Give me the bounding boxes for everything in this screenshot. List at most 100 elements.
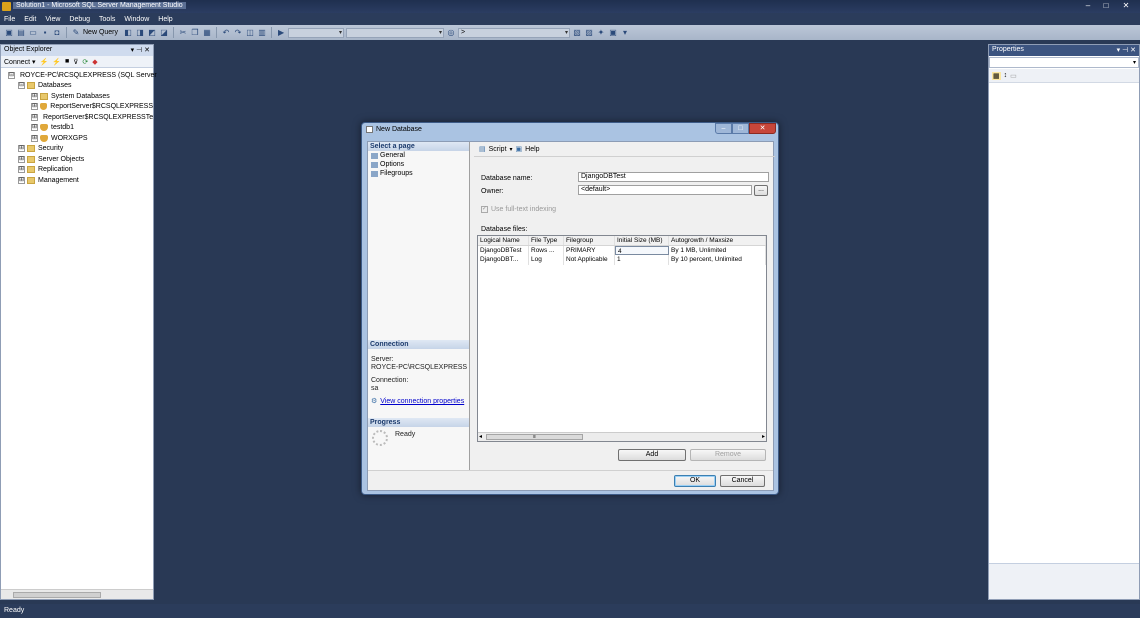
close-button[interactable]: ✕: [1118, 1, 1134, 11]
tree-node-server-objects[interactable]: ⊞ Server Objects: [1, 154, 153, 165]
xmla-query-icon[interactable]: ◪: [159, 28, 169, 38]
expand-icon[interactable]: ⊞: [31, 92, 38, 100]
add-file-button[interactable]: Add: [618, 449, 686, 461]
menu-debug[interactable]: Debug: [69, 16, 90, 23]
connect-button[interactable]: Connect ▾: [4, 58, 36, 66]
browse-owner-button[interactable]: ...: [754, 185, 768, 196]
tree-node-system-databases[interactable]: ⊞ System Databases: [1, 91, 153, 102]
property-pages-icon[interactable]: ▭: [1010, 72, 1017, 80]
solution-explorer-icon[interactable]: ▧: [572, 28, 582, 38]
undo-icon[interactable]: ↶: [221, 28, 231, 38]
column-autogrowth[interactable]: Autogrowth / Maxsize: [669, 236, 766, 245]
column-file-type[interactable]: File Type: [529, 236, 564, 245]
tree-node-replication[interactable]: ⊞ Replication: [1, 165, 153, 176]
other-windows-icon[interactable]: ▣: [608, 28, 618, 38]
remove-file-button[interactable]: Remove: [690, 449, 766, 461]
cell-initial-size[interactable]: 4: [615, 245, 669, 255]
panel-pin-controls[interactable]: ▾ ⊣ ✕: [1117, 46, 1136, 55]
page-general[interactable]: General: [368, 151, 469, 160]
script-button[interactable]: Script: [489, 146, 507, 153]
categorized-icon[interactable]: ▦: [992, 71, 1001, 80]
tree-node-databases[interactable]: ⊟ Databases: [1, 81, 153, 92]
mdx-query-icon[interactable]: ◩: [147, 28, 157, 38]
scroll-right-icon[interactable]: ▸: [762, 433, 765, 440]
page-filegroups[interactable]: Filegroups: [368, 169, 469, 178]
cell-filegroup[interactable]: PRIMARY: [564, 245, 615, 255]
connect-icon[interactable]: ⚡: [40, 58, 49, 66]
expand-icon[interactable]: ⊞: [31, 134, 38, 142]
horizontal-scrollbar[interactable]: [1, 589, 153, 599]
save-icon[interactable]: ▪: [40, 28, 50, 38]
find-icon[interactable]: ◎: [446, 28, 456, 38]
paste-icon[interactable]: ▦: [202, 28, 212, 38]
scroll-left-icon[interactable]: ◂: [479, 433, 482, 440]
cell-initial-size[interactable]: 1: [615, 255, 669, 265]
chevron-down-icon[interactable]: ▾: [510, 146, 513, 153]
expand-icon[interactable]: ⊞: [18, 176, 25, 184]
tree-node-reportserver[interactable]: ⊞ ReportServer$RCSQLEXPRESS: [1, 102, 153, 113]
activity-monitor-icon[interactable]: ◆: [92, 58, 97, 66]
tree-node-server[interactable]: ⊟ ROYCE-PC\RCSQLEXPRESS (SQL Server: [1, 70, 157, 81]
view-connection-properties-link[interactable]: View connection properties: [380, 398, 464, 406]
find-combo[interactable]: > ▾: [458, 27, 571, 38]
panel-pin-controls[interactable]: ▾ ⊣ ✕: [131, 46, 150, 55]
add-item-icon[interactable]: ▤: [16, 28, 26, 38]
expand-icon[interactable]: ⊞: [18, 145, 25, 153]
collapse-icon[interactable]: ⊟: [8, 71, 15, 79]
dialog-maximize-button[interactable]: □: [732, 123, 749, 134]
tree-node-testdb1[interactable]: ⊞ testdb1: [1, 123, 153, 134]
collapse-icon[interactable]: ⊟: [18, 82, 25, 90]
toolbar-options-icon[interactable]: ▾: [620, 28, 630, 38]
analysis-query-icon[interactable]: ◨: [135, 28, 145, 38]
cell-logical-name[interactable]: DjangoDBT...: [478, 255, 529, 265]
menu-file[interactable]: File: [4, 16, 15, 23]
maximize-button[interactable]: □: [1098, 1, 1114, 11]
scrollbar-thumb[interactable]: ≡: [486, 434, 583, 440]
alphabetical-icon[interactable]: ↕: [1004, 72, 1008, 79]
cell-autogrowth[interactable]: By 1 MB, Unlimited: [669, 245, 766, 255]
menu-window[interactable]: Window: [124, 16, 149, 23]
expand-icon[interactable]: ⊞: [18, 155, 25, 163]
platform-combo[interactable]: ▾: [346, 27, 445, 38]
table-row[interactable]: DjangoDBT... Log Not Applicable 1 By 10 …: [478, 255, 766, 265]
column-initial-size[interactable]: Initial Size (MB): [615, 236, 669, 245]
navigate-icon[interactable]: ◫: [245, 28, 255, 38]
expand-icon[interactable]: ⊞: [31, 103, 38, 111]
tree-node-security[interactable]: ⊞ Security: [1, 144, 153, 155]
ok-button[interactable]: OK: [674, 475, 716, 487]
properties-window-icon[interactable]: ▨: [584, 28, 594, 38]
cut-icon[interactable]: ✂: [178, 28, 188, 38]
expand-icon[interactable]: ⊞: [31, 113, 38, 121]
tree-node-reportserver-temp[interactable]: ⊞ ReportServer$RCSQLEXPRESSTe: [1, 112, 153, 123]
column-filegroup[interactable]: Filegroup: [564, 236, 615, 245]
stop-icon[interactable]: ■: [65, 58, 69, 65]
page-options[interactable]: Options: [368, 160, 469, 169]
tree-node-management[interactable]: ⊞ Management: [1, 175, 153, 186]
open-file-icon[interactable]: ▭: [28, 28, 38, 38]
new-query-icon[interactable]: ✎: [71, 28, 81, 38]
refresh-icon[interactable]: ⟳: [82, 58, 88, 66]
results-icon[interactable]: ▥: [257, 28, 267, 38]
database-name-input[interactable]: DjangoDBTest: [578, 172, 769, 182]
column-logical-name[interactable]: Logical Name: [478, 236, 529, 245]
menu-help[interactable]: Help: [158, 16, 172, 23]
expand-icon[interactable]: ⊞: [31, 124, 38, 132]
filter-icon[interactable]: ⊽: [73, 58, 78, 66]
db-engine-query-icon[interactable]: ◧: [123, 28, 133, 38]
table-row[interactable]: DjangoDBTest Rows ... PRIMARY 4 By 1 MB,…: [478, 245, 766, 255]
database-files-grid[interactable]: Logical Name File Type Filegroup Initial…: [477, 235, 767, 442]
scrollbar-thumb[interactable]: [13, 592, 101, 598]
menu-edit[interactable]: Edit: [24, 16, 36, 23]
fulltext-checkbox[interactable]: ✓: [481, 206, 488, 213]
new-project-icon[interactable]: ▣: [4, 28, 14, 38]
expand-icon[interactable]: ⊞: [18, 166, 25, 174]
minimize-button[interactable]: –: [1080, 1, 1096, 11]
menu-view[interactable]: View: [45, 16, 60, 23]
menu-tools[interactable]: Tools: [99, 16, 115, 23]
grid-horizontal-scrollbar[interactable]: ◂ ≡ ▸: [478, 432, 766, 441]
cancel-button[interactable]: Cancel: [720, 475, 765, 487]
cell-file-type[interactable]: Rows ...: [529, 245, 564, 255]
save-all-icon[interactable]: ◘: [52, 28, 62, 38]
cell-autogrowth[interactable]: By 10 percent, Unlimited: [669, 255, 766, 265]
help-button[interactable]: Help: [525, 146, 539, 153]
